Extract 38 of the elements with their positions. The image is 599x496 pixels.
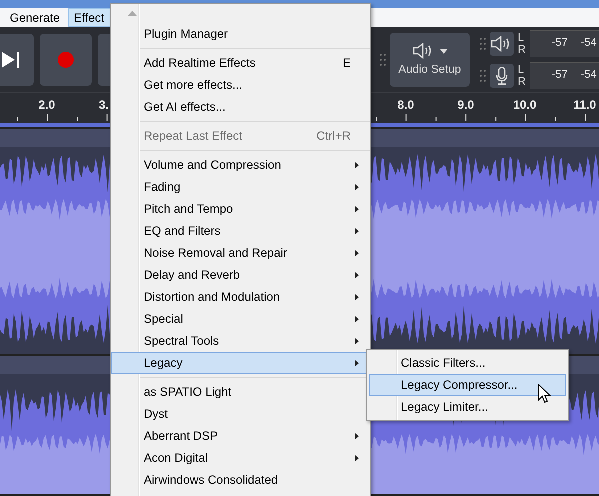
menu-item[interactable]: Fading xyxy=(111,176,370,198)
meter-scale-label: -57 xyxy=(552,69,568,81)
menu-item[interactable]: Aberrant DSP xyxy=(111,425,370,447)
ruler-label: 3. xyxy=(99,98,109,112)
menu-item[interactable]: Dyst xyxy=(111,403,370,425)
menu-item[interactable]: Spectral Tools xyxy=(111,330,370,352)
ruler-label: 2.0 xyxy=(38,98,56,112)
menu-item[interactable]: Legacy Limiter... xyxy=(369,396,566,418)
menu-item[interactable]: EQ and Filters xyxy=(111,220,370,242)
meter-scale-label: -54 xyxy=(580,69,597,81)
menu-item[interactable]: Volume and Compression xyxy=(111,154,370,176)
menu-item[interactable]: Acon Digital xyxy=(111,447,370,469)
menu-item[interactable]: Add Realtime Effects E xyxy=(111,52,370,74)
menu-item[interactable]: Plugin Manager xyxy=(111,23,370,45)
menu-item[interactable]: Get AI effects... xyxy=(111,96,370,118)
channel-label: L xyxy=(518,32,526,44)
meter-scale-label: -57 xyxy=(552,37,568,49)
channel-label: L xyxy=(518,64,526,76)
menu-item[interactable]: Airwindows Consolidated xyxy=(111,469,370,491)
menu-bar-item[interactable]: Generate xyxy=(4,8,66,27)
menu-item[interactable]: Delay and Reverb xyxy=(111,264,370,286)
ruler-label: 10.0 xyxy=(513,98,537,112)
menu-bar-item[interactable]: Effect xyxy=(68,8,111,27)
menu-item[interactable]: Distortion and Modulation xyxy=(111,286,370,308)
menu-item[interactable]: as SPATIO Light xyxy=(111,381,370,403)
ruler-label: 9.0 xyxy=(458,98,474,112)
menu-item[interactable]: Get more effects... xyxy=(111,74,370,96)
meter-scale-label: -54 xyxy=(580,37,597,49)
audio-setup-button[interactable]: Audio Setup xyxy=(390,32,470,86)
menu-item[interactable]: Pitch and Tempo xyxy=(111,198,370,220)
menu-item[interactable]: Classic Filters... xyxy=(369,352,566,374)
menu-item[interactable]: Noise Removal and Repair xyxy=(111,242,370,264)
menu-item[interactable]: Legacy Compressor... xyxy=(369,374,566,396)
ruler-label: 11.0 xyxy=(574,98,596,112)
menu-item[interactable]: Special xyxy=(111,308,370,330)
channel-label: R xyxy=(518,44,526,56)
channel-label: R xyxy=(518,76,526,88)
ruler-label: 8.0 xyxy=(398,98,414,112)
